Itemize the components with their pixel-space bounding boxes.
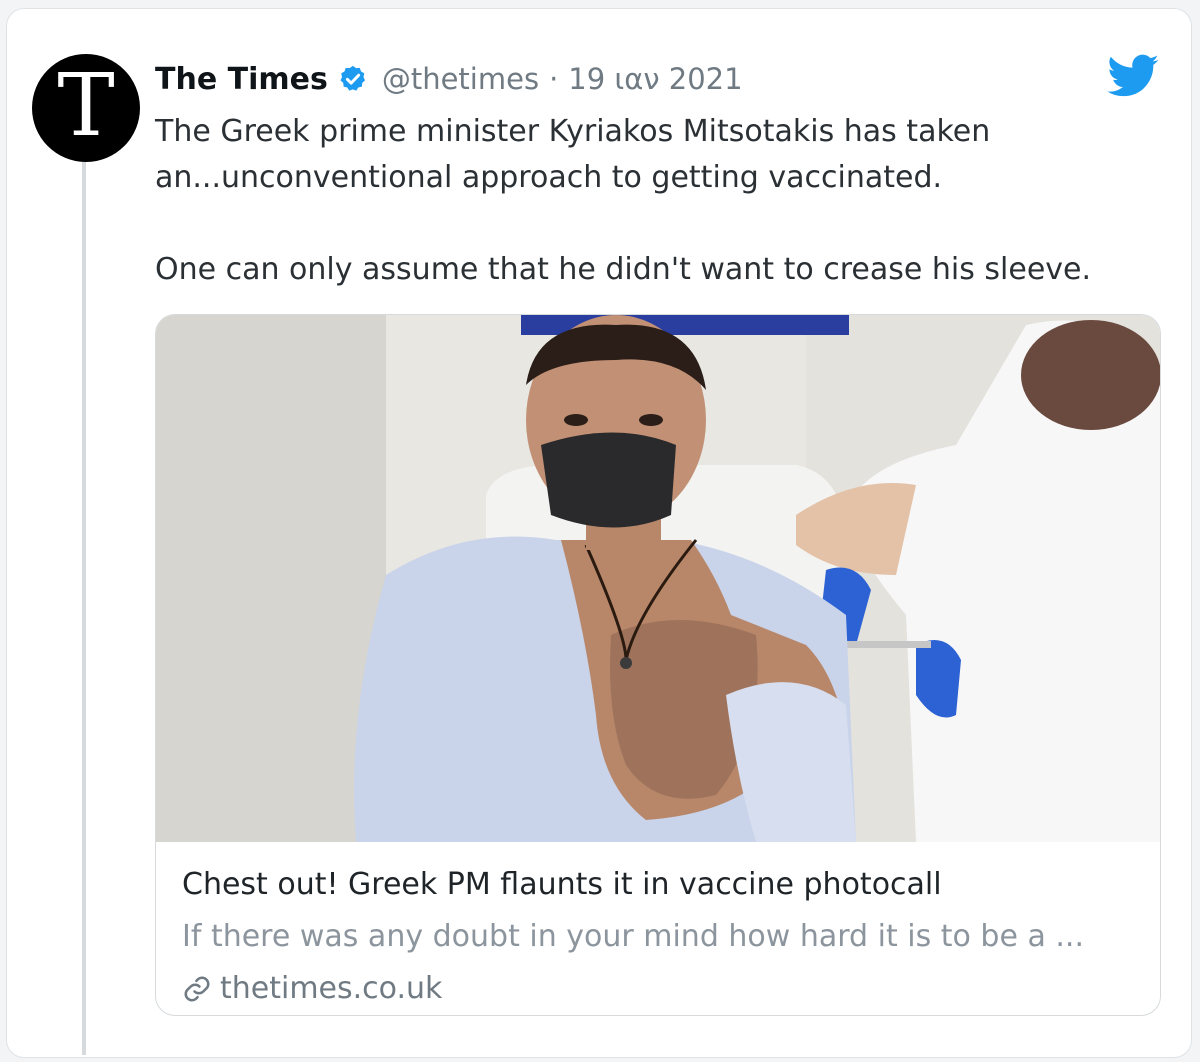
- article-photo[interactable]: [156, 315, 1160, 842]
- twitter-bird-icon[interactable]: [1105, 49, 1161, 105]
- tweet-text-line: One can only assume that he didn't want …: [155, 252, 1092, 287]
- tweet-text: The Greek prime minister Kyriakos Mitsot…: [155, 109, 1165, 293]
- tweet-text-line: an...unconventional approach to getting …: [155, 160, 943, 195]
- verified-badge-icon: [340, 65, 365, 91]
- link-icon: [184, 976, 210, 1001]
- avatar-letter: T: [57, 56, 115, 156]
- tweet-header: The Times @thetimes · 19 ιαν 2021: [155, 57, 743, 101]
- header-separator: ·: [549, 62, 559, 96]
- link-domain-text: thetimes.co.uk: [220, 971, 443, 1006]
- thread-line: [82, 155, 86, 1055]
- tweet-text-line: The Greek prime minister Kyriakos Mitsot…: [155, 114, 991, 149]
- tweet-card[interactable]: T The Times @thetimes · 19 ιαν 2021 The …: [6, 8, 1192, 1058]
- link-description: If there was any doubt in your mind how …: [182, 919, 1084, 954]
- link-domain[interactable]: thetimes.co.uk: [182, 971, 442, 1006]
- link-title[interactable]: Chest out! Greek PM flaunts it in vaccin…: [182, 867, 1142, 902]
- author-name[interactable]: The Times: [155, 62, 328, 97]
- link-preview-card[interactable]: Chest out! Greek PM flaunts it in vaccin…: [155, 314, 1161, 1016]
- author-handle[interactable]: @thetimes: [382, 62, 539, 96]
- avatar[interactable]: T: [32, 54, 140, 162]
- tweet-date[interactable]: 19 ιαν 2021: [568, 62, 742, 96]
